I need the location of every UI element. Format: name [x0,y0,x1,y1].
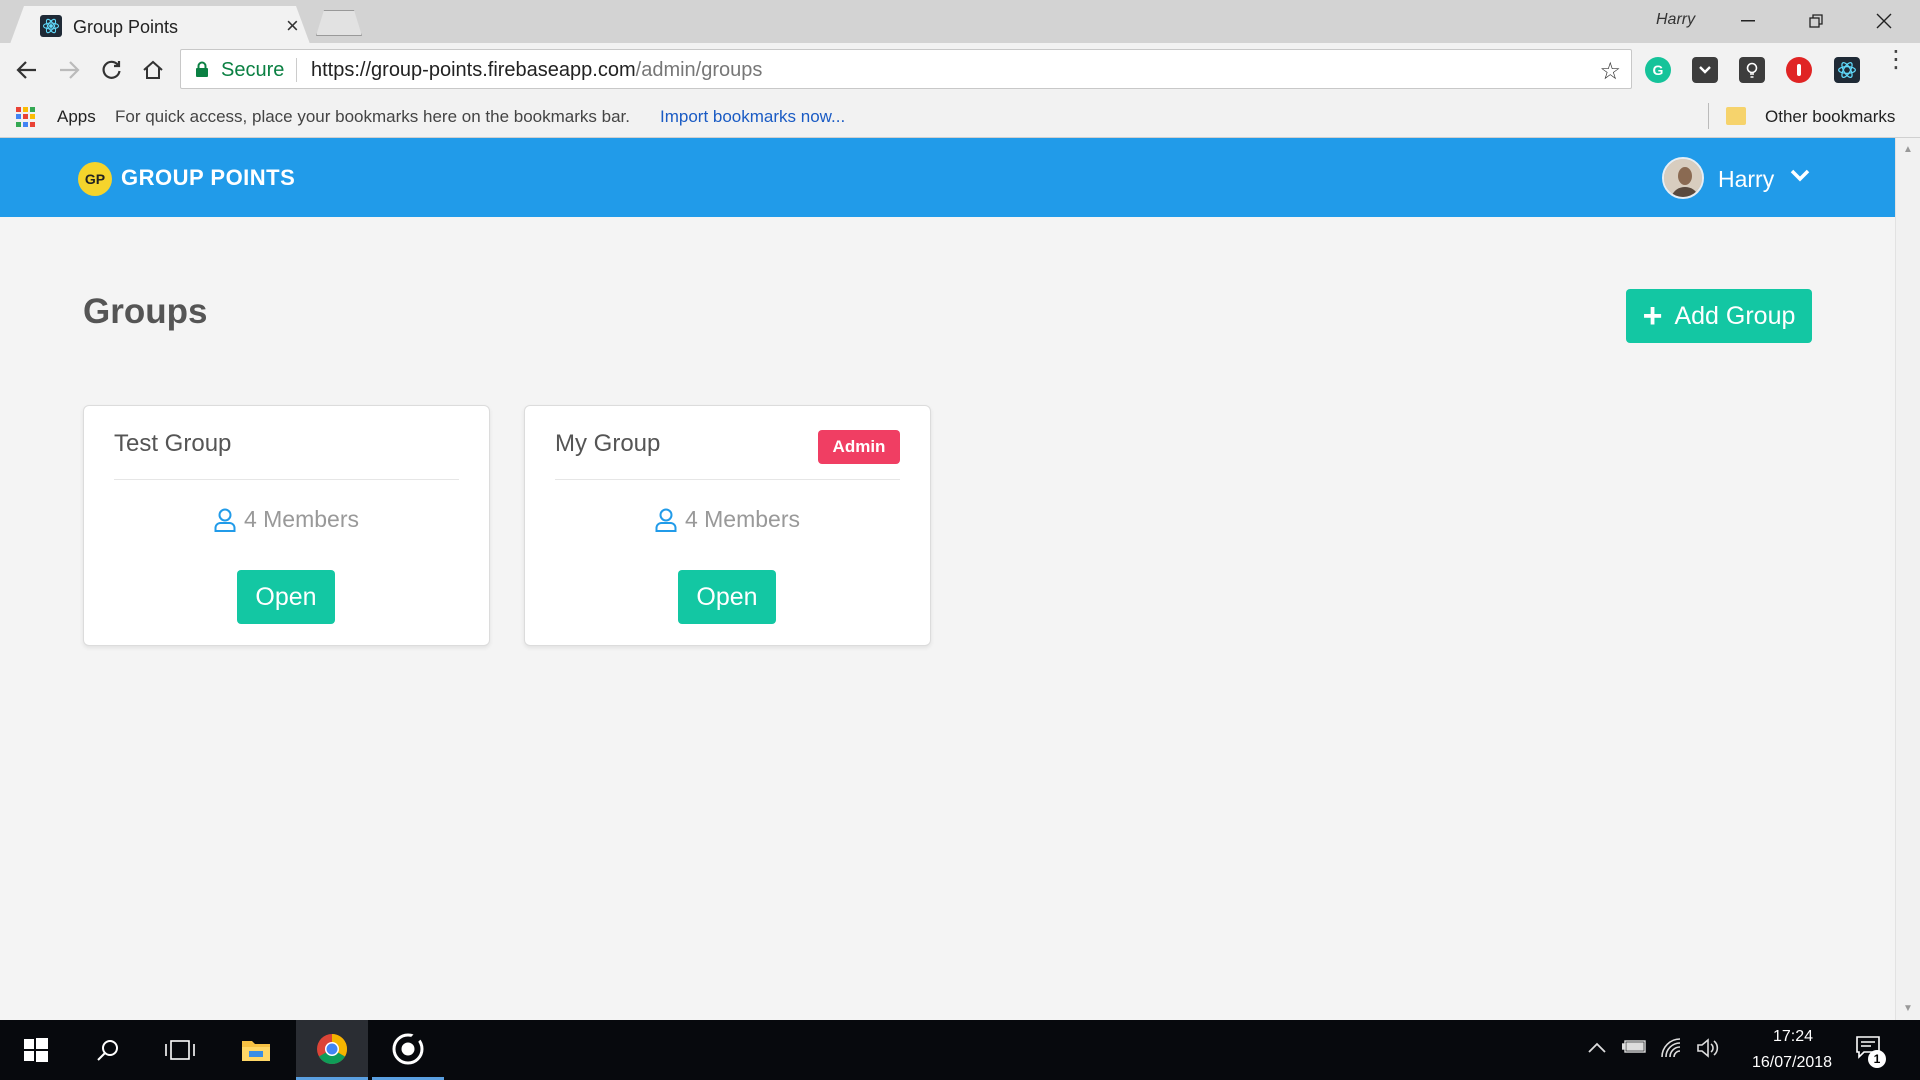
volume-icon[interactable] [1696,1038,1720,1063]
members-count: 4 Members [243,506,360,532]
plus-icon: + [1642,297,1663,335]
bookmark-star-icon[interactable]: ☆ [1599,57,1621,86]
browser-menu-icon[interactable]: ⋮ [1884,48,1908,72]
card-divider [555,479,900,480]
lock-icon [195,61,209,82]
admin-badge: Admin [818,430,900,464]
browser-tab-strip: Group Points × Harry [0,0,1920,44]
folder-icon [1726,107,1746,125]
tab-close-icon[interactable]: × [286,13,299,39]
wifi-icon[interactable] [1660,1038,1682,1063]
ublock-extension-icon[interactable] [1786,57,1812,83]
import-bookmarks-link[interactable]: Import bookmarks now... [660,107,845,127]
battery-icon[interactable] [1621,1038,1648,1059]
group-name: My Group [555,430,661,457]
user-icon [655,508,677,532]
open-group-button[interactable]: Open [678,570,776,624]
card-divider [114,479,459,480]
secure-label: Secure [221,59,285,81]
address-divider [296,58,297,82]
lightbulb-extension-icon[interactable] [1739,57,1765,83]
new-tab-button[interactable] [316,10,362,36]
tab-title: Group Points [73,17,179,37]
search-icon[interactable] [72,1020,144,1080]
url-path: /admin/groups [635,59,763,81]
react-favicon-icon [40,15,62,37]
bookmarks-bar: Apps For quick access, place your bookma… [0,95,1920,138]
user-icon [214,508,236,532]
members-count: 4 Members [684,506,801,532]
browser-toolbar: Secure https://group-points.firebaseapp.… [0,43,1920,95]
chevron-down-icon[interactable] [1790,168,1810,187]
add-group-button[interactable]: + Add Group [1626,289,1812,343]
chevron-up-icon[interactable] [1588,1038,1606,1059]
reload-icon[interactable] [96,55,126,85]
minimize-icon[interactable] [1718,6,1778,36]
app-taskbar-icon[interactable] [372,1020,444,1080]
apps-grid-icon[interactable] [16,107,36,127]
bookmarks-hint: For quick access, place your bookmarks h… [115,107,630,126]
clock-time[interactable]: 17:24 [1762,1028,1824,1046]
page-title: Groups [83,292,208,331]
group-name: Test Group [114,430,232,457]
address-bar[interactable]: Secure https://group-points.firebaseapp.… [180,49,1632,89]
grammarly-extension-icon[interactable]: G [1645,57,1671,83]
app-header: GP GROUP POINTS Harry [0,138,1895,217]
user-avatar[interactable] [1662,157,1704,199]
group-card-my-group: My Group Admin 4 Members Open [524,405,931,646]
apps-link[interactable]: Apps [57,107,96,127]
file-explorer-icon[interactable] [220,1020,292,1080]
pocket-extension-icon[interactable] [1692,57,1718,83]
chrome-taskbar-icon[interactable] [296,1020,368,1080]
scroll-down-icon[interactable]: ▼ [1903,1003,1913,1014]
clock-date[interactable]: 16/07/2018 [1736,1054,1848,1072]
windows-start-icon[interactable] [0,1020,72,1080]
add-group-label: Add Group [1674,301,1796,330]
bookmarks-divider [1708,103,1709,129]
scroll-up-icon[interactable]: ▲ [1903,144,1913,155]
browser-tab[interactable]: Group Points × [10,6,310,44]
browser-profile-name[interactable]: Harry [1656,11,1695,29]
restore-icon[interactable] [1786,6,1846,36]
group-card-test-group: Test Group 4 Members Open [83,405,490,646]
logo-text[interactable]: GROUP POINTS [121,165,295,191]
group-members: 4 Members [84,506,489,533]
url-text: https://group-points.firebaseapp.com/adm… [311,59,762,82]
close-window-icon[interactable] [1854,6,1914,36]
forward-arrow-icon[interactable] [54,55,84,85]
back-arrow-icon[interactable] [12,55,42,85]
notification-count: 1 [1868,1050,1886,1068]
task-view-icon[interactable] [144,1020,216,1080]
page-scrollbar[interactable]: ▲ ▼ [1895,138,1920,1020]
group-members: 4 Members [525,506,930,533]
logo-badge[interactable]: GP [78,162,112,196]
open-group-button[interactable]: Open [237,570,335,624]
other-bookmarks-link[interactable]: Other bookmarks [1765,107,1895,127]
home-icon[interactable] [138,55,168,85]
windows-taskbar: 17:24 16/07/2018 1 [0,1020,1920,1080]
url-host: https://group-points.firebaseapp.com [311,59,636,81]
react-devtools-extension-icon[interactable] [1834,57,1860,83]
user-name[interactable]: Harry [1718,166,1774,193]
